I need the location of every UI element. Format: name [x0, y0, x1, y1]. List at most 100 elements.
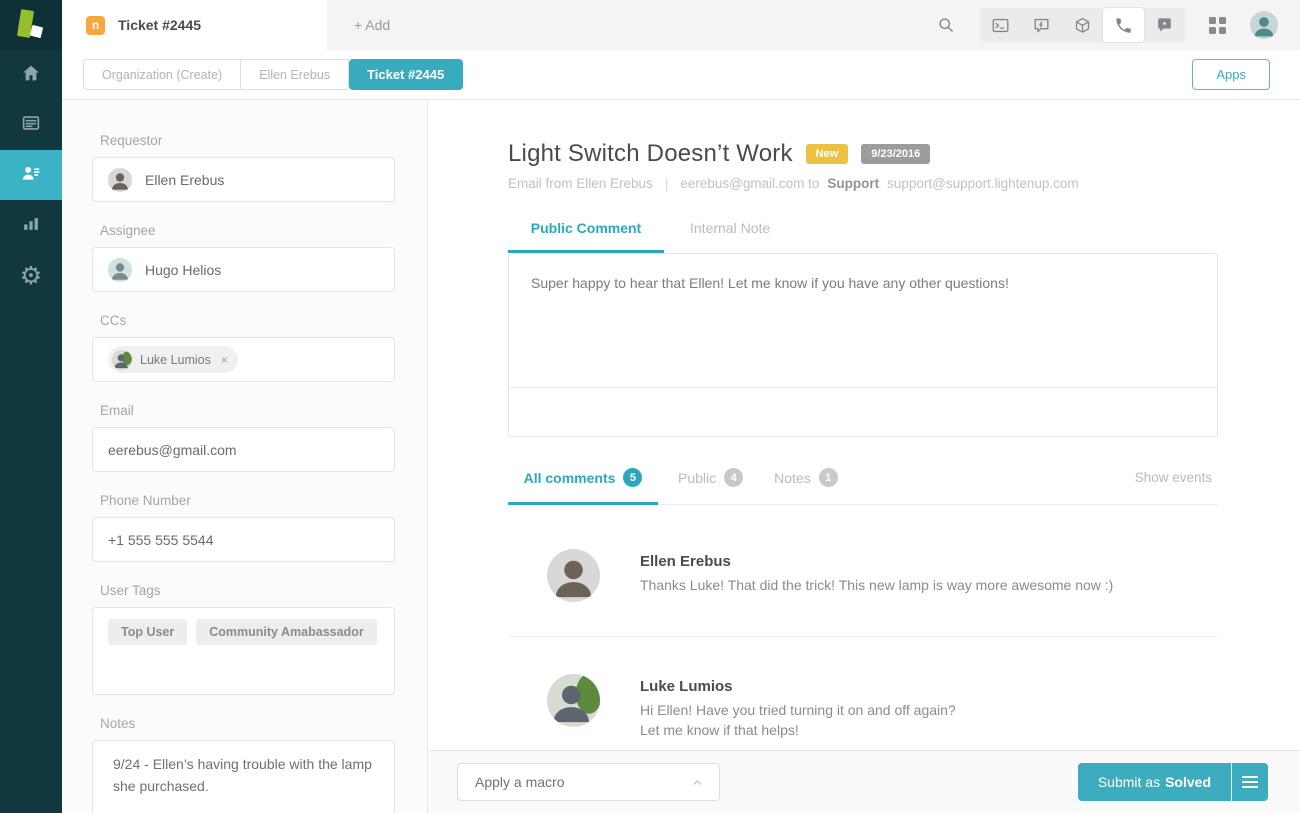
status-badge: New: [806, 144, 849, 164]
comment-text: Let me know if that helps!: [640, 720, 799, 740]
sidebar-item-reports[interactable]: [0, 200, 62, 250]
comment-author: Luke Lumios: [640, 678, 733, 695]
ticket-properties-panel: Requestor Ellen Erebus Assignee Hugo Hel…: [62, 100, 428, 813]
remove-cc-icon[interactable]: ×: [221, 353, 228, 367]
customers-icon: [20, 162, 42, 189]
app-window: ⚙ n Ticket #2445 + Add: [0, 0, 1300, 813]
chat-bubble-icon[interactable]: [1144, 8, 1185, 42]
ticket-tab-badge-icon: n: [86, 16, 105, 35]
apps-button[interactable]: Apps: [1192, 59, 1270, 90]
page-title: Light Switch Doesn’t Work: [508, 140, 793, 168]
macro-select-value: Apply a macro: [475, 774, 564, 790]
user-tag[interactable]: Top User: [108, 619, 187, 645]
submit-prefix: Submit as: [1098, 774, 1160, 790]
ticket-main: Light Switch Doesn’t Work New 9/23/2016 …: [428, 100, 1300, 750]
comment-avatar: [547, 674, 600, 727]
assignee-field[interactable]: Hugo Helios: [92, 247, 395, 292]
ticket-meta: Email from Ellen Erebus | eerebus@gmail.…: [508, 176, 1079, 191]
assignee-label: Assignee: [100, 223, 427, 238]
reply-composer: Super happy to hear that Ellen! Let me k…: [508, 253, 1218, 437]
meta-team: Support: [827, 176, 879, 191]
breadcrumb-requester[interactable]: Ellen Erebus: [241, 59, 349, 90]
add-tab-button[interactable]: + Add: [354, 17, 390, 33]
nav-rail: ⚙: [0, 0, 62, 813]
user-avatar[interactable]: [1250, 11, 1278, 39]
sidebar-item-home[interactable]: [0, 50, 62, 100]
sidebar-item-views[interactable]: [0, 100, 62, 150]
show-events-link[interactable]: Show events: [1135, 470, 1212, 485]
requestor-label: Requestor: [100, 133, 427, 148]
home-icon: [20, 62, 42, 89]
search-icon[interactable]: [936, 15, 956, 35]
apps-grid-icon[interactable]: [1209, 17, 1226, 34]
views-icon: [20, 112, 42, 139]
comment-avatar: [547, 549, 600, 602]
tab-notes-label: Notes: [774, 470, 811, 486]
notes-label: Notes: [100, 716, 427, 731]
meta-from: Email from Ellen Erebus: [508, 176, 653, 191]
sidebar-item-admin[interactable]: ⚙: [0, 250, 62, 300]
top-bar-right: [936, 8, 1300, 42]
requestor-field[interactable]: Ellen Erebus: [92, 157, 395, 202]
all-comments-count-badge: 5: [623, 468, 642, 487]
tab-public-label: Public: [678, 470, 716, 486]
phone-icon[interactable]: [1103, 8, 1144, 42]
console-icon[interactable]: [980, 8, 1021, 42]
notes-field[interactable]: 9/24 - Ellen’s having trouble with the l…: [92, 740, 395, 813]
email-field[interactable]: eerebus@gmail.com: [92, 427, 395, 472]
tab-all-comments[interactable]: All comments 5: [508, 468, 658, 487]
comment-filter-tabs: All comments 5 Public 4 Notes 1 Show eve…: [508, 468, 1218, 487]
tab-public[interactable]: Public 4: [678, 468, 743, 487]
comment-text: Thanks Luke! That did the trick! This ne…: [640, 575, 1113, 595]
tab-notes[interactable]: Notes 1: [774, 468, 838, 487]
tab-internal-note[interactable]: Internal Note: [690, 220, 770, 236]
assignee-avatar: [108, 258, 132, 282]
public-count-badge: 4: [724, 468, 743, 487]
comment-divider: [508, 636, 1218, 637]
submit-as-solved-button[interactable]: Submit as Solved: [1078, 763, 1231, 801]
channel-icon-group: [980, 8, 1185, 42]
product-box-icon[interactable]: [1062, 8, 1103, 42]
ticket-tab[interactable]: n Ticket #2445: [62, 0, 327, 50]
cc-chip-name: Luke Lumios: [140, 353, 211, 367]
comment-tabs-underline: [508, 502, 658, 505]
logo-white-shape: [30, 25, 43, 38]
top-bar: n Ticket #2445 + Add: [62, 0, 1300, 50]
ccs-label: CCs: [100, 313, 427, 328]
chat-lightning-icon[interactable]: [1021, 8, 1062, 42]
breadcrumb-organization[interactable]: Organization (Create): [83, 59, 241, 90]
gear-icon: ⚙: [20, 263, 42, 288]
brand-logo: [0, 0, 62, 50]
user-tags-label: User Tags: [100, 583, 427, 598]
user-tags-field[interactable]: Top User Community Amabassador: [92, 607, 395, 695]
breadcrumb-ticket[interactable]: Ticket #2445: [349, 59, 463, 90]
email-label: Email: [100, 403, 427, 418]
date-badge: 9/23/2016: [861, 144, 930, 164]
comment-text: Hi Ellen! Have you tried turning it on a…: [640, 700, 956, 720]
composer-textarea[interactable]: Super happy to hear that Ellen! Let me k…: [509, 254, 1217, 312]
requestor-value: Ellen Erebus: [145, 172, 224, 188]
submit-status: Solved: [1165, 774, 1211, 790]
assignee-value: Hugo Helios: [145, 262, 221, 278]
submit-button-group: Submit as Solved: [1078, 763, 1268, 801]
phone-field[interactable]: +1 555 555 5544: [92, 517, 395, 562]
submit-options-menu-icon[interactable]: [1232, 763, 1268, 801]
user-tag[interactable]: Community Amabassador: [196, 619, 376, 645]
email-value: eerebus@gmail.com: [108, 442, 237, 458]
phone-value: +1 555 555 5544: [108, 532, 214, 548]
tab-public-comment[interactable]: Public Comment: [508, 220, 664, 236]
meta-separator: |: [665, 176, 669, 191]
footer-action-bar: Apply a macro Submit as Solved: [428, 750, 1300, 813]
composer-tabs: Public Comment Internal Note: [508, 220, 770, 236]
macro-select[interactable]: Apply a macro: [457, 763, 720, 801]
breadcrumb: Organization (Create) Ellen Erebus Ticke…: [62, 50, 1300, 100]
ticket-tab-title: Ticket #2445: [118, 17, 201, 33]
requestor-avatar: [108, 168, 132, 192]
ccs-field[interactable]: Luke Lumios ×: [92, 337, 395, 382]
chevron-up-icon: [691, 776, 704, 789]
sidebar-item-customers[interactable]: [0, 150, 62, 200]
tab-all-comments-label: All comments: [524, 470, 616, 486]
meta-address: support@support.lightenup.com: [887, 176, 1079, 191]
cc-chip[interactable]: Luke Lumios ×: [108, 346, 238, 373]
notes-value: 9/24 - Ellen’s having trouble with the l…: [113, 753, 374, 797]
